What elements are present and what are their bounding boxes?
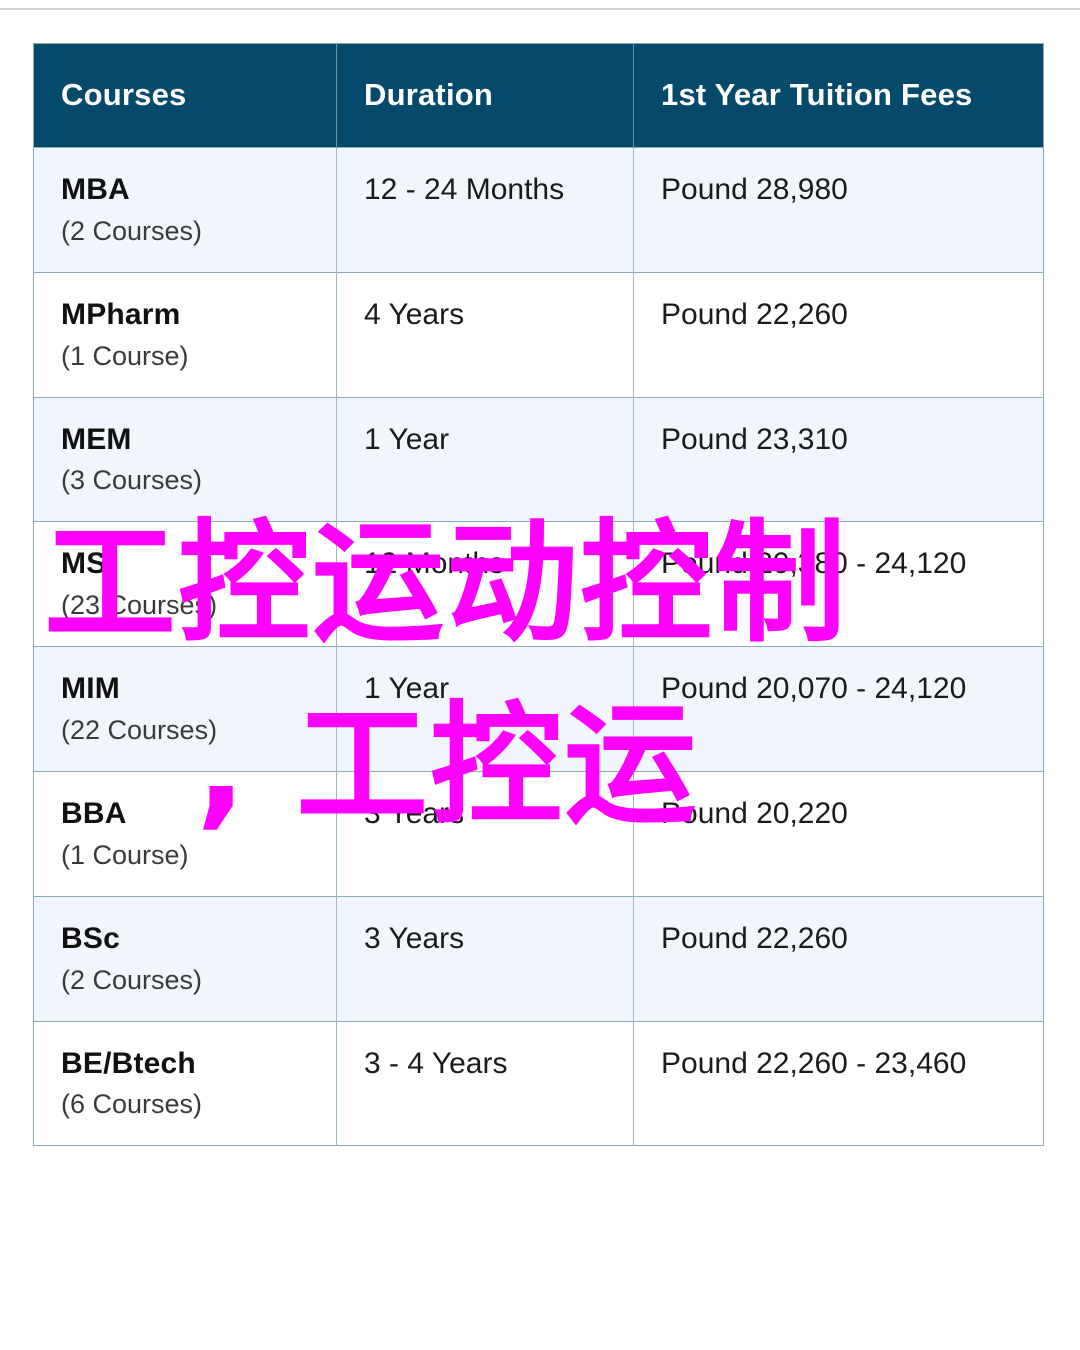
fees-value: Pound 20,380 - 24,120	[661, 547, 967, 581]
fees-value: Pound 22,260 - 23,460	[661, 1046, 967, 1080]
course-fees-table-container: Courses Duration 1st Year Tuition Fees M…	[33, 43, 1044, 1147]
fees-value: Pound 20,070 - 24,120	[661, 672, 967, 706]
duration-value: 12 Months	[364, 547, 505, 581]
course-count: (1 Course)	[61, 839, 189, 870]
course-count: (22 Courses)	[61, 715, 218, 746]
course-name: MEM	[61, 422, 132, 456]
cell-duration: 1 Year	[336, 646, 634, 772]
course-count: (1 Course)	[61, 340, 189, 371]
cell-fees: Pound 22,260 - 23,460	[633, 1020, 1044, 1146]
cell-course: BE/Btech (6 Courses)	[33, 1020, 337, 1146]
cell-course: BBA (1 Course)	[33, 770, 337, 897]
course-count: (3 Courses)	[61, 465, 203, 496]
duration-value: 3 - 4 Years	[364, 1046, 508, 1080]
course-count: (2 Courses)	[61, 964, 203, 995]
cell-fees: Pound 20,220	[633, 770, 1044, 897]
duration-value: 12 - 24 Months	[364, 173, 565, 206]
course-name: MBA	[61, 173, 130, 206]
table-body: MBA (2 Courses) 12 - 24 Months Pound 28,980…	[33, 147, 1044, 1146]
course-name: MPharm	[61, 297, 181, 331]
duration-value: 1 Year	[364, 422, 450, 456]
fees-value: Pound 23,310	[661, 422, 848, 456]
cell-fees: Pound 22,260	[633, 895, 1044, 1022]
cell-course: BSc (2 Courses)	[33, 895, 337, 1022]
top-divider	[0, 8, 1080, 10]
cell-course: MPharm (1 Course)	[33, 271, 337, 398]
duration-value: 3 Years	[364, 796, 465, 830]
table-header: Courses Duration 1st Year Tuition Fees	[33, 43, 1044, 148]
table-row[interactable]: BBA (1 Course) 3 Years Pound 20,220	[33, 770, 1044, 897]
cell-fees: Pound 20,380 - 24,120	[633, 521, 1044, 647]
course-name: MS	[61, 547, 107, 581]
cell-duration: 12 - 24 Months	[336, 147, 634, 273]
fees-value: Pound 22,260	[661, 921, 848, 955]
cell-duration: 4 Years	[336, 271, 634, 398]
fees-value: Pound 20,220	[661, 796, 848, 830]
cell-course: MBA (2 Courses)	[33, 147, 337, 273]
duration-value: 4 Years	[364, 297, 465, 331]
course-name: BE/Btech	[61, 1046, 196, 1080]
fees-value: Pound 22,260	[661, 297, 848, 331]
table-row[interactable]: MPharm (1 Course) 4 Years Pound 22,260	[33, 271, 1044, 398]
course-fees-table: Courses Duration 1st Year Tuition Fees M…	[33, 43, 1044, 1147]
table-row[interactable]: MBA (2 Courses) 12 - 24 Months Pound 28,980	[33, 147, 1044, 273]
cell-fees: Pound 23,310	[633, 396, 1044, 522]
course-name: BBA	[61, 796, 127, 830]
cell-duration: 1 Year	[336, 396, 634, 522]
cell-duration: 3 - 4 Years	[336, 1020, 634, 1146]
page-root: Courses Duration 1st Year Tuition Fees M…	[0, 0, 1080, 1350]
table-row[interactable]: MIM (22 Courses) 1 Year Pound 20,070 - 24,1…	[33, 646, 1044, 772]
table-row[interactable]: BE/Btech (6 Courses) 3 - 4 Years Pound 22,2…	[33, 1020, 1044, 1146]
cell-duration: 3 Years	[336, 770, 634, 897]
cell-duration: 12 Months	[336, 521, 634, 647]
table-row[interactable]: MS (23 Courses) 12 Months Pound 20,380 - 24…	[33, 521, 1044, 647]
table-row[interactable]: BSc (2 Courses) 3 Years Pound 22,260	[33, 895, 1044, 1022]
cell-course: MS (23 Courses)	[33, 521, 337, 647]
cell-duration: 3 Years	[336, 895, 634, 1022]
cell-course: MEM (3 Courses)	[33, 396, 337, 522]
column-header-duration[interactable]: Duration	[336, 43, 634, 148]
duration-value: 1 Year	[364, 672, 450, 706]
cell-course: MIM (22 Courses)	[33, 646, 337, 772]
column-header-fees[interactable]: 1st Year Tuition Fees	[633, 43, 1044, 148]
course-name: BSc	[61, 921, 120, 955]
table-header-row: Courses Duration 1st Year Tuition Fees	[33, 43, 1044, 148]
course-name: MIM	[61, 672, 120, 706]
fees-value: Pound 28,980	[661, 173, 848, 206]
course-count: (23 Courses)	[61, 590, 218, 621]
duration-value: 3 Years	[364, 921, 465, 955]
course-count: (6 Courses)	[61, 1089, 203, 1120]
cell-fees: Pound 28,980	[633, 147, 1044, 273]
course-count: (2 Courses)	[61, 215, 203, 246]
table-row[interactable]: MEM (3 Courses) 1 Year Pound 23,310	[33, 396, 1044, 522]
cell-fees: Pound 22,260	[633, 271, 1044, 398]
cell-fees: Pound 20,070 - 24,120	[633, 646, 1044, 772]
column-header-courses[interactable]: Courses	[33, 43, 337, 148]
